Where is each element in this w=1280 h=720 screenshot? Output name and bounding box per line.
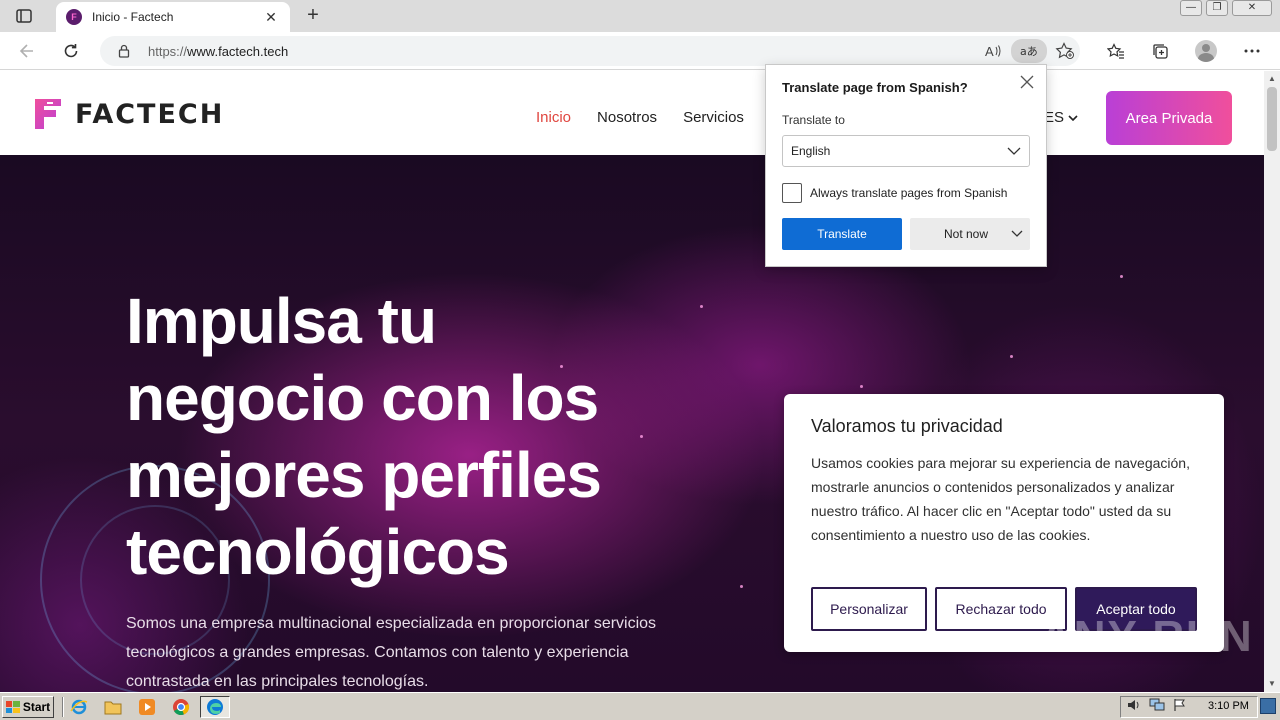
back-arrow-icon bbox=[19, 44, 33, 58]
language-select[interactable]: English bbox=[782, 135, 1030, 167]
start-button[interactable]: Start bbox=[2, 696, 54, 718]
nav-item-servicios[interactable]: Servicios bbox=[683, 109, 744, 126]
hero-title-line1: Impulsa tu bbox=[126, 285, 437, 357]
hero-title: Impulsa tu negocio con los mejores perfi… bbox=[126, 283, 746, 591]
network-icon[interactable] bbox=[1149, 698, 1165, 717]
minimize-button[interactable]: — bbox=[1180, 0, 1202, 16]
language-label: ES bbox=[1044, 109, 1065, 126]
media-player-icon[interactable] bbox=[136, 697, 158, 717]
hero-description: Somos una empresa multinacional especial… bbox=[126, 615, 657, 690]
chevron-down-icon bbox=[1068, 114, 1078, 121]
scroll-thumb[interactable] bbox=[1267, 87, 1277, 151]
chrome-icon[interactable] bbox=[170, 697, 192, 717]
refresh-icon bbox=[64, 44, 78, 58]
svg-text:A: A bbox=[985, 44, 994, 59]
lock-icon[interactable] bbox=[118, 44, 130, 63]
address-bar[interactable]: https://www.factech.tech A aあ bbox=[100, 36, 1080, 66]
window-controls: — ❐ ✕ bbox=[1180, 0, 1272, 16]
more-dots-icon bbox=[1244, 49, 1260, 53]
translate-button[interactable]: Translate bbox=[782, 218, 902, 250]
cookie-text: Usamos cookies para mejorar su experienc… bbox=[811, 455, 1190, 543]
action-center-flag-icon[interactable] bbox=[1173, 698, 1187, 717]
taskbar-separator bbox=[62, 697, 64, 717]
language-selector[interactable]: ES bbox=[1044, 109, 1078, 126]
collections-icon bbox=[1153, 44, 1168, 59]
restore-button[interactable]: ❐ bbox=[1206, 0, 1228, 16]
url-host: www.factech.tech bbox=[187, 44, 289, 59]
main-nav: Inicio Nosotros Servicios bbox=[536, 109, 744, 126]
volume-icon[interactable] bbox=[1127, 698, 1141, 717]
not-now-button[interactable]: Not now bbox=[910, 218, 1030, 250]
show-desktop-button[interactable] bbox=[1260, 698, 1276, 714]
profile-button[interactable] bbox=[1193, 39, 1219, 63]
settings-more-button[interactable] bbox=[1239, 39, 1265, 63]
close-window-button[interactable]: ✕ bbox=[1232, 0, 1272, 16]
tab-bar: F Inicio - Factech ✕ + — ❐ ✕ bbox=[0, 0, 1280, 32]
customize-cookies-button[interactable]: Personalizar bbox=[811, 587, 927, 631]
always-translate-checkbox[interactable] bbox=[782, 183, 802, 203]
nav-item-inicio[interactable]: Inicio bbox=[536, 109, 571, 126]
factech-favicon-icon: F bbox=[66, 9, 82, 25]
taskbar-clock[interactable]: 3:10 PM bbox=[1208, 700, 1249, 712]
page-scrollbar[interactable]: ▲ ▼ bbox=[1264, 71, 1280, 692]
translate-to-label: Translate to bbox=[782, 113, 845, 127]
logo-text: FACTECH bbox=[75, 98, 225, 130]
chevron-down-icon[interactable] bbox=[1010, 226, 1024, 243]
read-aloud-icon[interactable]: A bbox=[978, 40, 1008, 62]
url-text[interactable]: https://www.factech.tech bbox=[148, 44, 288, 59]
windows-logo-icon bbox=[5, 701, 20, 713]
back-button[interactable] bbox=[14, 39, 40, 63]
translate-icon[interactable]: aあ bbox=[1011, 39, 1047, 63]
hero-title-line3: mejores perfiles bbox=[126, 439, 602, 511]
browser-toolbar: https://www.factech.tech A aあ bbox=[0, 32, 1280, 70]
edge-taskbar-icon[interactable] bbox=[200, 696, 230, 718]
profile-avatar-icon bbox=[1195, 40, 1217, 62]
not-now-label: Not now bbox=[944, 227, 989, 241]
file-explorer-icon[interactable] bbox=[102, 697, 124, 717]
anyrun-watermark: ANY RUN bbox=[1040, 612, 1254, 661]
site-header: FACTECH Inicio Nosotros Servicios ES Are… bbox=[0, 71, 1264, 155]
cookie-title: Valoramos tu privacidad bbox=[811, 416, 1003, 436]
internet-explorer-icon[interactable] bbox=[68, 697, 90, 717]
particle-decoration bbox=[1010, 355, 1013, 358]
favorites-icon bbox=[1107, 43, 1124, 59]
translate-popup: Translate page from Spanish? Translate t… bbox=[765, 64, 1047, 267]
always-translate-label[interactable]: Always translate pages from Spanish bbox=[810, 186, 1007, 200]
chevron-down-icon bbox=[1007, 144, 1021, 161]
tab-title: Inicio - Factech bbox=[92, 10, 174, 24]
windows-taskbar: Start 3:10 PM bbox=[0, 692, 1280, 720]
tab-actions-icon bbox=[16, 9, 32, 23]
start-label: Start bbox=[22, 700, 51, 714]
factech-logo[interactable]: FACTECH bbox=[33, 97, 224, 131]
hero-title-bold: negocio bbox=[126, 362, 365, 434]
svg-text:aあ: aあ bbox=[1020, 45, 1038, 58]
nav-item-nosotros[interactable]: Nosotros bbox=[597, 109, 657, 126]
hero-title-line4: tecnológicos bbox=[126, 516, 510, 588]
close-icon bbox=[1020, 75, 1034, 89]
tab-actions-button[interactable] bbox=[8, 5, 40, 27]
scroll-up-arrow-icon[interactable]: ▲ bbox=[1264, 71, 1280, 87]
new-tab-button[interactable]: + bbox=[302, 5, 324, 27]
translate-title: Translate page from Spanish? bbox=[782, 80, 968, 95]
browser-tab[interactable]: F Inicio - Factech ✕ bbox=[56, 2, 290, 32]
translate-close-button[interactable] bbox=[1018, 73, 1036, 91]
tab-close-icon[interactable]: ✕ bbox=[262, 9, 280, 26]
collections-button[interactable] bbox=[1147, 39, 1173, 63]
private-area-button[interactable]: Area Privada bbox=[1106, 91, 1232, 145]
particle-decoration bbox=[860, 385, 863, 388]
add-favorite-icon[interactable] bbox=[1050, 40, 1080, 62]
hero-title-line2: con los bbox=[364, 362, 599, 434]
factech-logo-icon bbox=[35, 99, 61, 129]
refresh-button[interactable] bbox=[58, 39, 84, 63]
selected-language: English bbox=[791, 144, 831, 158]
scroll-down-arrow-icon[interactable]: ▼ bbox=[1264, 676, 1280, 692]
particle-decoration bbox=[1120, 275, 1123, 278]
url-scheme: https:// bbox=[148, 44, 188, 59]
favorites-button[interactable] bbox=[1103, 39, 1129, 63]
